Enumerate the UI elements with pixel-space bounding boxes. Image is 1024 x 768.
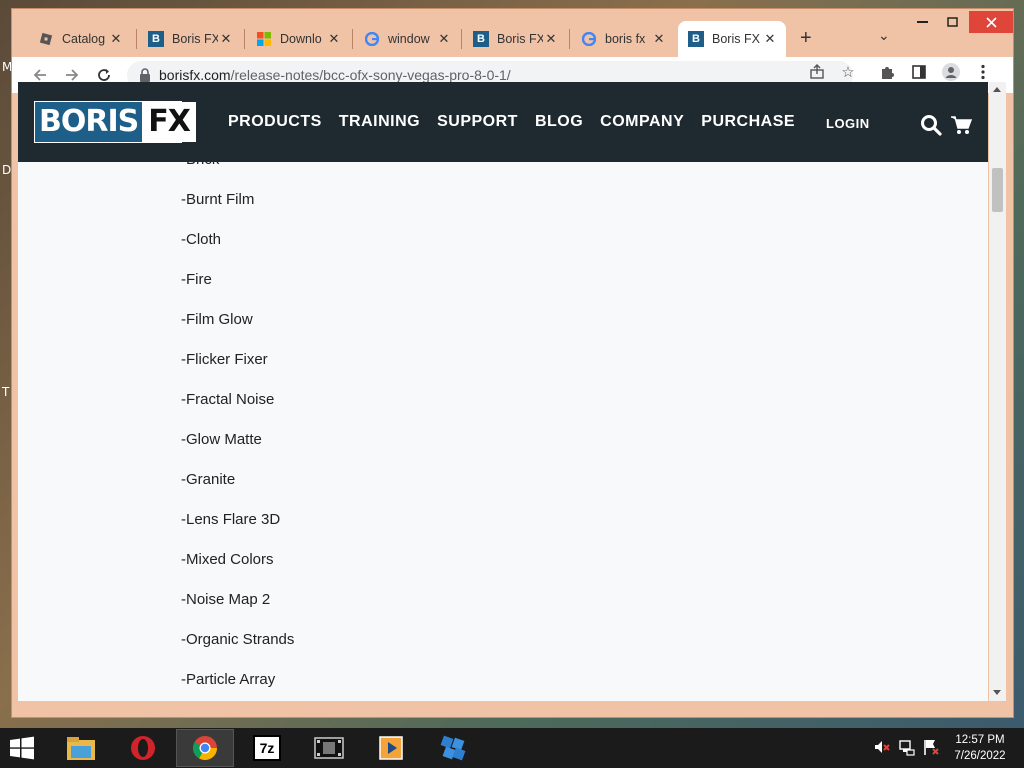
list-item: -Film Glow [181, 311, 253, 328]
tab-boris-fx-active[interactable]: B Boris FX ✕ [678, 21, 786, 57]
list-item: -Cloth [181, 231, 222, 248]
cart-icon[interactable] [950, 114, 972, 136]
scroll-up-arrow-icon[interactable] [993, 87, 1001, 92]
app-blue-icon[interactable] [424, 729, 482, 767]
taskbar: 7z 12:57 PM 7/26/2022 [0, 728, 1024, 768]
tab-strip: Catalog ✕ B Boris FX ✕ Downlo ✕ window ✕… [12, 9, 1013, 57]
scrollbar-thumb[interactable] [992, 168, 1003, 212]
clock-date: 7/26/2022 [954, 750, 1006, 762]
nav-blog[interactable]: BLOG [535, 113, 583, 131]
tab-google-boris-fx[interactable]: boris fx ✕ [571, 21, 675, 57]
nav-company[interactable]: COMPANY [600, 113, 684, 131]
extensions-puzzle-icon[interactable] [878, 63, 896, 81]
opera-icon[interactable] [114, 729, 172, 767]
share-icon[interactable] [808, 63, 826, 81]
close-icon[interactable]: ✕ [543, 31, 559, 47]
login-link[interactable]: LOGIN [826, 116, 870, 131]
chrome-icon[interactable] [176, 729, 234, 767]
page-scrollbar[interactable] [989, 82, 1006, 701]
page-viewport: -Brick -Burnt Film -Cloth -Fire -Film Gl… [18, 82, 988, 701]
search-icon[interactable] [920, 114, 942, 136]
nav-training[interactable]: TRAINING [339, 113, 420, 131]
tab-title: Catalog [62, 32, 106, 46]
list-item: -Burnt Film [181, 191, 255, 208]
borisfx-icon: B [473, 31, 489, 47]
media-player-icon[interactable] [362, 729, 420, 767]
list-item: -Glow Matte [181, 431, 262, 448]
list-item: -Mixed Colors [181, 551, 274, 568]
system-clock[interactable]: 12:57 PM 7/26/2022 [950, 732, 1010, 764]
nav-products[interactable]: PRODUCTS [228, 113, 322, 131]
windows-logo-icon [256, 31, 272, 47]
nav-purchase[interactable]: PURCHASE [701, 113, 795, 131]
list-item: -Flicker Fixer [181, 351, 268, 368]
tab-title: Boris FX [497, 32, 543, 46]
scroll-down-arrow-icon[interactable] [993, 690, 1001, 695]
roblox-icon [38, 31, 54, 47]
windows-start-icon[interactable] [8, 736, 36, 760]
desktop-icon-label: T [2, 385, 10, 399]
7zip-icon[interactable]: 7z [238, 729, 296, 767]
tab-boris-fx[interactable]: B Boris FX ✕ [138, 21, 242, 57]
tab-title: Boris FX [712, 32, 760, 46]
profile-avatar-icon[interactable] [942, 63, 960, 81]
star-bookmark-icon[interactable]: ☆ [839, 63, 857, 81]
action-center-flag-icon[interactable] [922, 738, 940, 756]
list-item: -Lens Flare 3D [181, 511, 281, 528]
network-icon[interactable] [898, 738, 916, 756]
desktop-icon-label: D [2, 163, 12, 177]
clock-time: 12:57 PM [955, 734, 1005, 746]
tab-google-windows[interactable]: window ✕ [354, 21, 460, 57]
main-nav: PRODUCTS TRAINING SUPPORT BLOG COMPANY P… [228, 82, 812, 162]
lock-icon [140, 68, 150, 82]
site-header: BORIS FX PRODUCTS TRAINING SUPPORT BLOG C… [18, 82, 988, 162]
tab-title: window [388, 32, 430, 46]
google-icon [364, 31, 380, 47]
borisfx-icon: B [688, 31, 704, 47]
url-text: borisfx.com/release-notes/bcc-ofx-sony-v… [159, 67, 511, 83]
video-editor-icon[interactable] [300, 729, 358, 767]
tab-title: Boris FX [172, 32, 218, 46]
tab-download[interactable]: Downlo ✕ [246, 21, 350, 57]
close-icon[interactable]: ✕ [108, 31, 124, 47]
google-icon [581, 31, 597, 47]
list-item: -Fractal Noise [181, 391, 275, 408]
close-icon[interactable]: ✕ [762, 31, 778, 47]
close-icon[interactable]: ✕ [326, 31, 342, 47]
list-item: -Noise Map 2 [181, 591, 271, 608]
list-item: -Particle Array [181, 671, 276, 688]
kebab-menu-icon[interactable] [974, 63, 992, 81]
borisfx-logo[interactable]: BORIS FX [34, 101, 196, 143]
borisfx-icon: B [148, 31, 164, 47]
file-explorer-icon[interactable] [52, 729, 110, 767]
volume-muted-icon[interactable] [873, 738, 891, 756]
close-icon[interactable]: ✕ [436, 31, 452, 47]
list-item: -Fire [181, 271, 212, 288]
side-panel-icon[interactable] [910, 63, 928, 81]
new-tab-button[interactable]: + [800, 27, 812, 50]
close-icon[interactable]: ✕ [218, 31, 234, 47]
minimize-button[interactable] [910, 9, 934, 35]
tab-catalog[interactable]: Catalog ✕ [28, 21, 132, 57]
tab-title: Downlo [280, 32, 322, 46]
tab-title: boris fx [605, 32, 646, 46]
tab-boris-fx-2[interactable]: B Boris FX ✕ [463, 21, 567, 57]
tab-search-chevron-icon[interactable]: ⌄ [878, 27, 890, 44]
maximize-button[interactable] [940, 9, 964, 35]
close-window-button[interactable] [969, 11, 1013, 33]
list-item: -Granite [181, 471, 236, 488]
nav-support[interactable]: SUPPORT [437, 113, 518, 131]
list-item: -Organic Strands [181, 631, 295, 648]
close-icon[interactable]: ✕ [651, 31, 667, 47]
